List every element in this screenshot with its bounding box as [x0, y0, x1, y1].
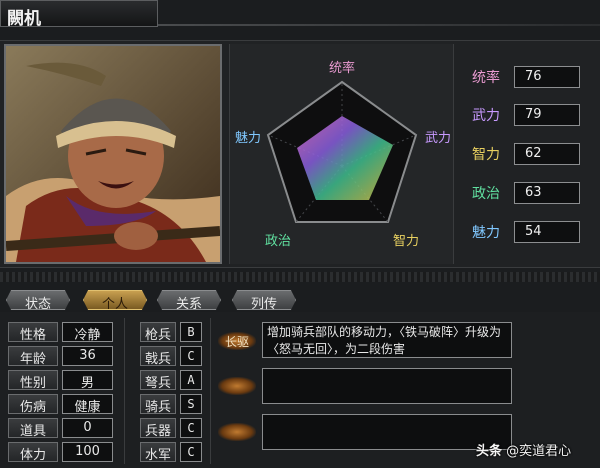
- stat-label: 武力: [472, 108, 500, 124]
- info-value-gender: 男: [62, 370, 113, 391]
- tab-personal[interactable]: 个人: [83, 290, 147, 310]
- skill-description-3: [262, 414, 512, 450]
- skill-badge-1[interactable]: 长驱: [218, 332, 256, 350]
- watermark-brand: 头条: [476, 444, 503, 459]
- stat-label: 统率: [472, 70, 500, 86]
- info-label-injury: 伤病: [8, 394, 58, 415]
- stat-row-meili: 魅力 54: [462, 221, 582, 243]
- radar-label-meili: 魅力: [235, 131, 261, 146]
- info-label-personality: 性格: [8, 322, 58, 343]
- column-separator: [124, 318, 125, 464]
- skill-badge-2[interactable]: [218, 377, 256, 395]
- stat-row-tongshuai: 统率 76: [462, 66, 582, 88]
- info-label-age: 年龄: [8, 346, 58, 367]
- watermark: 头条 @奕道君心: [476, 440, 596, 462]
- tab-relations[interactable]: 关系: [157, 290, 221, 310]
- info-value-injury: 健康: [62, 394, 113, 415]
- radar-label-tongshuai: 统率: [329, 60, 355, 76]
- radar-svg: 统率 武力 智力 政治 魅力: [235, 60, 451, 249]
- tab-biography[interactable]: 列传: [232, 290, 296, 310]
- info-value-stamina: 100: [62, 442, 113, 462]
- skill-description-1: 增加骑兵部队的移动力，〈铁马破阵〉升级为〈怒马无回〉，为二段伤害: [262, 322, 512, 358]
- general-portrait: [4, 44, 222, 264]
- skill-badge-3[interactable]: [218, 423, 256, 441]
- stat-value: 63: [514, 182, 580, 204]
- skill-description-2: [262, 368, 512, 404]
- stat-label: 智力: [472, 147, 500, 163]
- stat-label: 政治: [472, 186, 500, 202]
- stat-row-zhengzhi: 政治 63: [462, 182, 582, 204]
- aptitude-grade-siege: C: [180, 418, 202, 438]
- stat-row-zhili: 智力 62: [462, 143, 582, 165]
- radar-label-zhengzhi: 政治: [265, 234, 291, 249]
- stat-value: 54: [514, 221, 580, 243]
- aptitude-label-spear: 枪兵: [140, 322, 176, 343]
- tab-status[interactable]: 状态: [6, 290, 70, 310]
- radar-label-zhili: 智力: [393, 234, 419, 249]
- aptitude-label-navy: 水军: [140, 442, 176, 463]
- attribute-radar-chart: 统率 武力 智力 政治 魅力: [229, 44, 454, 264]
- aptitude-label-crossbow: 弩兵: [140, 370, 176, 391]
- info-label-stamina: 体力: [8, 442, 58, 463]
- stat-value: 76: [514, 66, 580, 88]
- column-separator: [210, 318, 211, 464]
- aptitude-grade-halberd: C: [180, 346, 202, 366]
- general-name-title: 闕机: [0, 0, 158, 29]
- info-value-items: 0: [62, 418, 113, 438]
- header-divider: [158, 24, 600, 26]
- aptitude-label-siege: 兵器: [140, 418, 176, 439]
- info-value-personality: 冷静: [62, 322, 113, 343]
- info-label-items: 道具: [8, 418, 58, 439]
- aptitude-label-halberd: 戟兵: [140, 346, 176, 367]
- aptitude-grade-spear: B: [180, 322, 202, 342]
- stat-row-wuli: 武力 79: [462, 104, 582, 126]
- watermark-handle: @奕道君心: [506, 444, 572, 459]
- stat-value: 62: [514, 143, 580, 165]
- aptitude-grade-crossbow: A: [180, 370, 202, 390]
- stat-label: 魅力: [472, 225, 500, 241]
- aptitude-grade-cavalry: S: [180, 394, 202, 414]
- info-label-gender: 性别: [8, 370, 58, 391]
- info-value-age: 36: [62, 346, 113, 366]
- aptitude-label-cavalry: 骑兵: [140, 394, 176, 415]
- section-divider: [0, 272, 600, 282]
- stat-value: 79: [514, 104, 580, 126]
- aptitude-grade-navy: C: [180, 442, 202, 462]
- portrait-image: [6, 46, 220, 262]
- radar-label-wuli: 武力: [425, 131, 451, 146]
